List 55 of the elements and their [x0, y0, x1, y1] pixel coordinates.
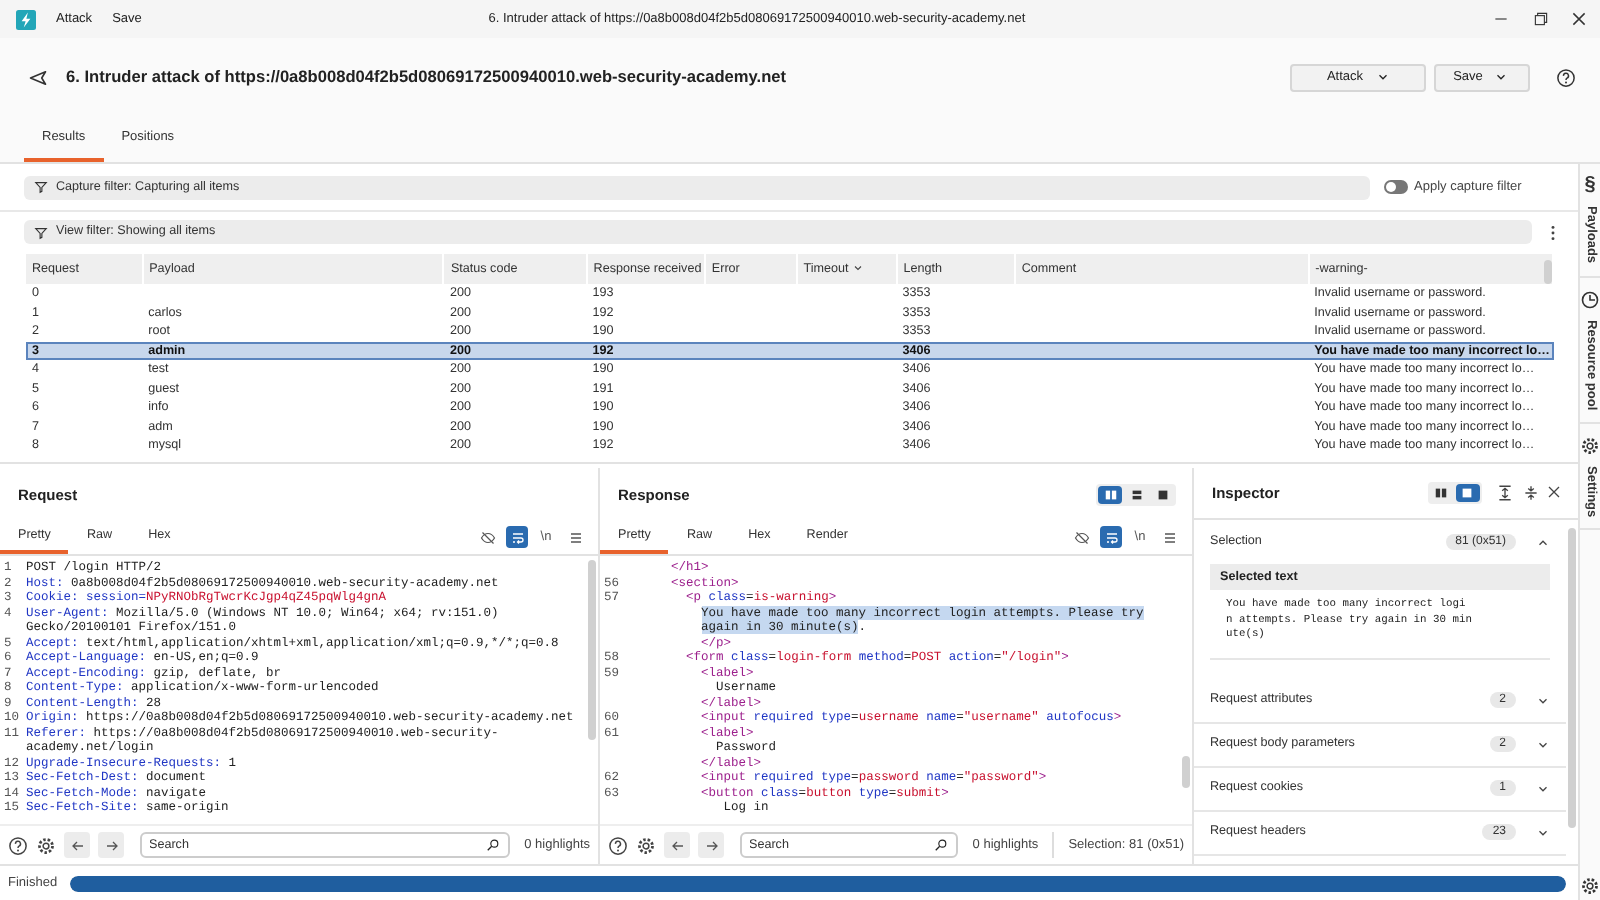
wrap-icon — [1103, 529, 1119, 545]
sort-icon[interactable] — [852, 262, 865, 275]
split-layout-icon — [1103, 487, 1117, 501]
layout-button[interactable] — [1455, 484, 1479, 502]
arrow-right-icon — [103, 837, 119, 853]
settings-icon — [1580, 435, 1600, 456]
collapse-all-icon[interactable] — [1521, 484, 1539, 502]
menu-icon — [567, 529, 583, 545]
bolt-icon — [16, 9, 36, 29]
chevron-down-icon — [1536, 781, 1550, 795]
wrap-button[interactable] — [1100, 526, 1122, 548]
arrow-right-icon — [703, 837, 719, 853]
close-icon[interactable] — [1570, 10, 1588, 28]
filter-icon — [34, 225, 48, 239]
wrap-button[interactable] — [506, 526, 528, 548]
chevron-down-icon — [1536, 737, 1550, 751]
close-icon[interactable] — [1546, 484, 1562, 500]
hide-button[interactable] — [1071, 526, 1093, 548]
restore-icon[interactable] — [1531, 10, 1549, 28]
rows-layout-icon — [1129, 487, 1143, 501]
arrow-left-icon — [69, 837, 85, 853]
help-icon[interactable] — [608, 835, 628, 855]
clock-icon — [1580, 289, 1600, 310]
settings-icon[interactable] — [636, 835, 656, 855]
filter-icon — [34, 180, 48, 194]
help-icon[interactable] — [8, 835, 28, 855]
caret-icon — [1494, 70, 1509, 84]
help-icon[interactable] — [1556, 67, 1576, 87]
attack-title: 6. Intruder attack of https://0a8b008d04f2b5d08069172500940010.web-security-academy.net — [66, 67, 787, 87]
toggle-switch[interactable] — [1383, 180, 1407, 194]
layout-button[interactable] — [1098, 485, 1122, 503]
section-icon: § — [1584, 176, 1596, 196]
back-button[interactable] — [64, 832, 90, 858]
single-layout-icon — [1460, 486, 1474, 500]
hide-button[interactable] — [477, 526, 499, 548]
forward-button[interactable] — [98, 832, 124, 858]
chevron-down-icon — [1536, 825, 1550, 839]
arrow-icon — [28, 67, 48, 87]
search-icon — [485, 838, 500, 852]
chevron-down-icon — [1536, 693, 1550, 707]
search-icon — [933, 838, 948, 852]
eye-slash-icon — [480, 529, 496, 545]
back-button[interactable] — [664, 832, 690, 858]
menu-icon — [1161, 529, 1177, 545]
settings-icon[interactable] — [36, 835, 56, 855]
caret-icon — [1375, 70, 1390, 84]
settings-icon[interactable] — [1580, 876, 1600, 897]
expand-all-icon[interactable] — [1496, 484, 1514, 502]
forward-button[interactable] — [698, 832, 724, 858]
wrap-icon — [509, 529, 525, 545]
arrow-left-icon — [669, 837, 685, 853]
chevron-up-icon — [1536, 535, 1550, 549]
single-layout-icon — [1155, 487, 1169, 501]
eye-slash-icon — [1074, 529, 1090, 545]
split-layout-icon — [1434, 486, 1448, 500]
